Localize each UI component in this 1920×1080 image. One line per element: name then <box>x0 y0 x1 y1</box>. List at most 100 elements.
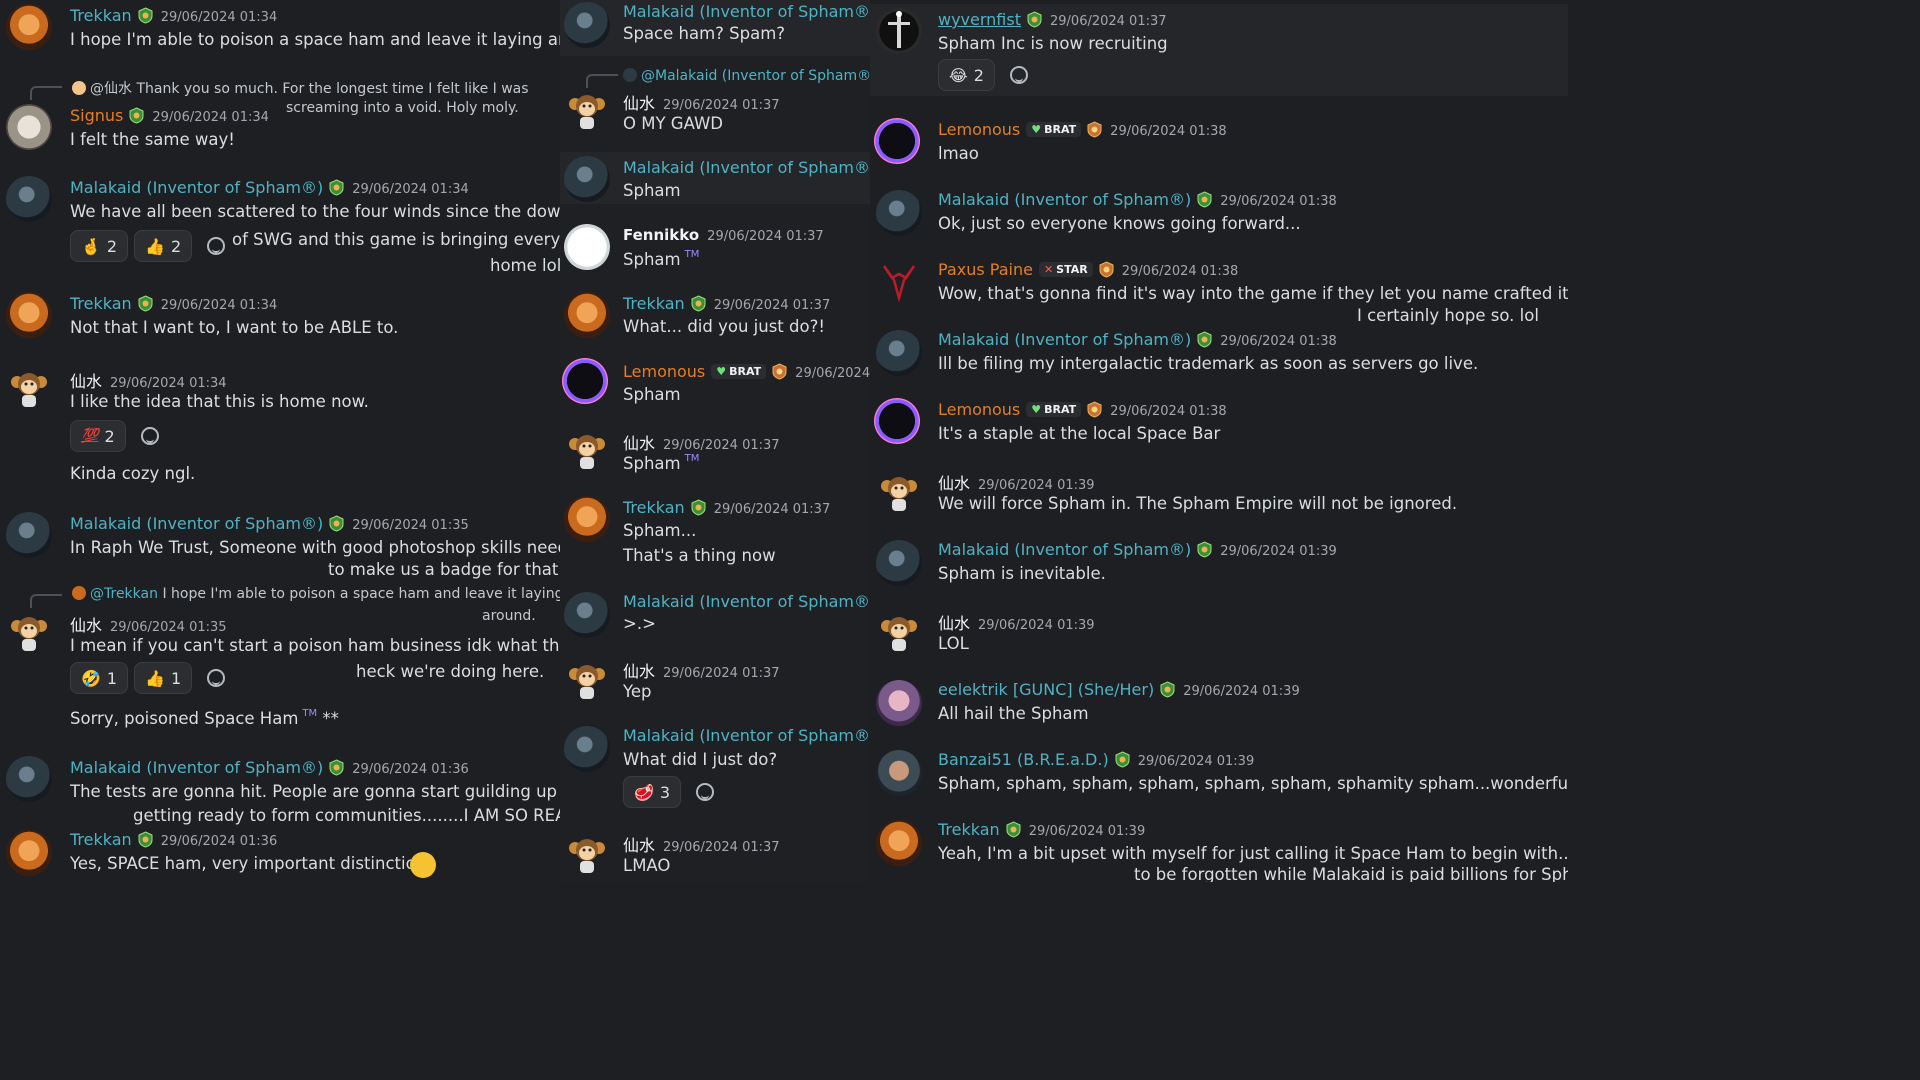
username-text[interactable]: Malakaid (Inventor of Spham®) <box>623 2 870 21</box>
username[interactable]: Malakaid (Inventor of Spham®) 29/06/2024 … <box>938 330 1337 349</box>
username[interactable]: Malakaid (Inventor of Spham®) <box>623 2 870 21</box>
reaction-rofl[interactable]: 🤣 1 <box>70 662 129 694</box>
username-text[interactable]: 仙水 <box>623 434 655 453</box>
username[interactable]: Lemonous ♥ BRAT 29/06/2024 01:38 <box>938 120 1227 139</box>
username[interactable]: Malakaid (Inventor of Spham®) 29/06/2024 … <box>70 758 469 777</box>
username-text[interactable]: Trekkan <box>70 294 132 313</box>
reply-mention[interactable]: @Trekkan <box>90 586 158 602</box>
avatar[interactable] <box>874 118 920 164</box>
username[interactable]: Banzai51 (B.R.E.a.D.) 29/06/2024 01:39 <box>938 750 1254 769</box>
avatar[interactable] <box>6 756 52 802</box>
avatar[interactable] <box>6 292 52 338</box>
username-text[interactable]: 仙水 <box>938 614 970 633</box>
reaction-100[interactable]: 💯 2 <box>70 420 126 452</box>
username[interactable]: Trekkan 29/06/2024 01:34 <box>70 6 277 25</box>
username-text[interactable]: Malakaid (Inventor of Spham®) <box>70 178 323 197</box>
avatar[interactable] <box>876 330 922 376</box>
avatar[interactable] <box>876 820 922 866</box>
reply-preview[interactable]: @仙水 Thank you so much. For the longest t… <box>72 78 529 98</box>
avatar[interactable] <box>6 610 52 656</box>
reaction-joy[interactable]: 😂 2 <box>938 59 995 91</box>
username[interactable]: 仙水 29/06/2024 01:39 <box>938 470 1095 494</box>
avatar[interactable] <box>874 398 920 444</box>
avatar[interactable] <box>6 830 52 876</box>
username[interactable]: Malakaid (Inventor of Spham®) 29/06/2024 … <box>938 190 1337 209</box>
username-text[interactable]: Lemonous <box>938 400 1020 419</box>
reply-mention[interactable]: @仙水 <box>90 81 132 97</box>
username-text[interactable]: 仙水 <box>70 372 102 391</box>
username-text[interactable]: wyvernfist <box>938 10 1021 29</box>
username[interactable]: 仙水 29/06/2024 01:34 <box>70 368 227 392</box>
avatar[interactable] <box>564 496 610 542</box>
avatar[interactable] <box>564 224 610 270</box>
reaction-thumbs-up[interactable]: 👍 2 <box>134 230 193 262</box>
avatar[interactable] <box>564 88 610 134</box>
username-text[interactable]: Trekkan <box>70 6 132 25</box>
username[interactable]: Malakaid (Inventor of Spham®) <box>623 592 870 611</box>
avatar[interactable] <box>564 832 610 878</box>
add-reaction-button[interactable] <box>1001 59 1037 91</box>
avatar[interactable] <box>564 658 610 704</box>
username[interactable]: eelektrik [GUNC] (She/Her) 29/06/2024 01:… <box>938 680 1300 699</box>
username[interactable]: Trekkan 29/06/2024 01:39 <box>938 820 1145 839</box>
username[interactable]: Lemonous ♥ BRAT 29/06/2024 01:38 <box>938 400 1227 419</box>
username[interactable]: 仙水 29/06/2024 01:37 <box>623 832 780 856</box>
add-reaction-button[interactable] <box>132 420 168 452</box>
add-reaction-button[interactable] <box>198 230 234 262</box>
username[interactable]: 仙水 29/06/2024 01:37 <box>623 430 780 454</box>
avatar[interactable] <box>564 2 610 48</box>
reaction-custom[interactable]: 🥩 3 <box>623 776 682 808</box>
reply-preview[interactable]: @Trekkan I hope I'm able to poison a spa… <box>72 586 560 602</box>
add-reaction-button[interactable] <box>687 776 723 808</box>
username-text[interactable]: Lemonous <box>623 362 705 381</box>
username[interactable]: 仙水 29/06/2024 01:35 <box>70 612 227 636</box>
username-text[interactable]: 仙水 <box>623 836 655 855</box>
username[interactable]: wyvernfist 29/06/2024 01:37 <box>938 10 1167 29</box>
avatar[interactable] <box>564 156 610 202</box>
avatar[interactable] <box>876 540 922 586</box>
reaction-fingers-crossed[interactable]: 🤞 2 <box>70 230 129 262</box>
reaction-thumbs-up[interactable]: 👍 1 <box>134 662 193 694</box>
username-text[interactable]: Malakaid (Inventor of Spham®) <box>70 758 323 777</box>
avatar[interactable] <box>876 190 922 236</box>
avatar[interactable] <box>564 292 610 338</box>
avatar[interactable] <box>876 680 922 726</box>
username[interactable]: Signus 29/06/2024 01:34 <box>70 106 269 125</box>
username[interactable]: 仙水 29/06/2024 01:39 <box>938 610 1095 634</box>
avatar[interactable] <box>876 610 922 656</box>
username-text[interactable]: Trekkan <box>70 830 132 849</box>
username-text[interactable]: Paxus Paine <box>938 260 1033 279</box>
avatar[interactable] <box>876 750 922 796</box>
username-text[interactable]: Trekkan <box>938 820 1000 839</box>
username-text[interactable]: Malakaid (Inventor of Spham®) <box>623 726 870 745</box>
username[interactable]: Malakaid (Inventor of Spham®) <box>623 726 870 745</box>
username[interactable]: Malakaid (Inventor of Spham®) 29/06/2024 … <box>938 540 1337 559</box>
username[interactable]: Malakaid (Inventor of Spham®) 29/06/2024 … <box>70 514 469 533</box>
avatar[interactable] <box>6 512 52 558</box>
avatar[interactable] <box>6 104 52 150</box>
username[interactable]: Lemonous ♥BRAT 29/06/2024 01:3 <box>623 362 870 381</box>
username-text[interactable]: 仙水 <box>623 662 655 681</box>
avatar[interactable] <box>562 358 608 404</box>
username-text[interactable]: Fennikko <box>623 226 699 244</box>
avatar[interactable] <box>876 8 922 54</box>
username-text[interactable]: Malakaid (Inventor of Spham®) <box>623 158 870 177</box>
username-text[interactable]: 仙水 <box>938 474 970 493</box>
avatar[interactable] <box>6 366 52 412</box>
username-text[interactable]: Signus <box>70 106 123 125</box>
reply-preview[interactable]: @Malakaid (Inventor of Spham®) Sp <box>623 68 870 84</box>
username[interactable]: Malakaid (Inventor of Spham®) <box>623 158 870 177</box>
username-text[interactable]: Malakaid (Inventor of Spham®) <box>938 190 1191 209</box>
username-text[interactable]: Lemonous <box>938 120 1020 139</box>
username[interactable]: Fennikko 29/06/2024 01:37 <box>623 226 824 244</box>
username[interactable]: Trekkan 29/06/2024 01:37 <box>623 294 830 313</box>
username[interactable]: Trekkan 29/06/2024 01:34 <box>70 294 277 313</box>
username[interactable]: 仙水 29/06/2024 01:37 <box>623 90 780 114</box>
username-text[interactable]: 仙水 <box>623 94 655 113</box>
username-text[interactable]: Malakaid (Inventor of Spham®) <box>70 514 323 533</box>
username-text[interactable]: eelektrik [GUNC] (She/Her) <box>938 680 1154 699</box>
avatar[interactable] <box>876 260 922 306</box>
username-text[interactable]: 仙水 <box>70 616 102 635</box>
avatar[interactable] <box>876 470 922 516</box>
avatar[interactable] <box>564 428 610 474</box>
